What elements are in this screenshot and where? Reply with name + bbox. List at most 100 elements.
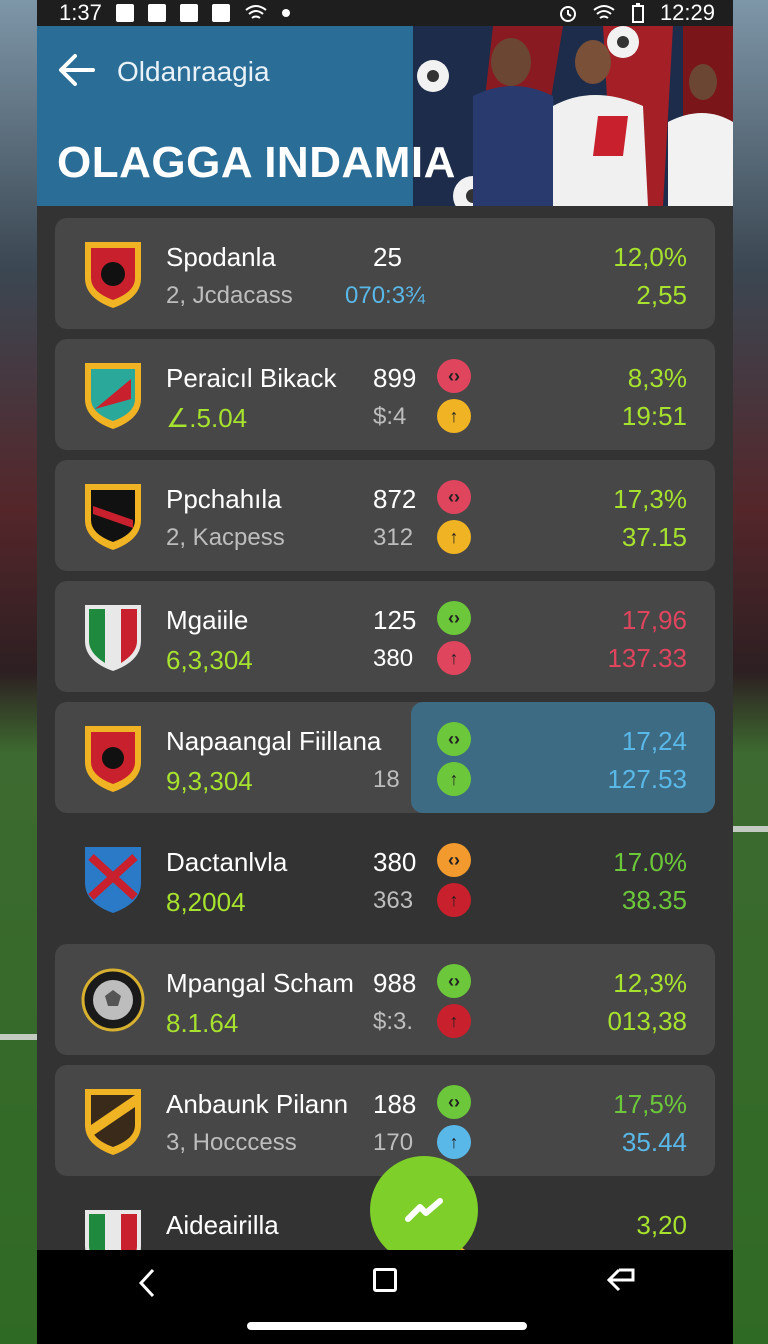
field-line-right bbox=[728, 826, 768, 832]
arrow-up-icon: ↑ bbox=[437, 641, 471, 675]
trend-indicator-icon: ‹› bbox=[437, 359, 471, 393]
team-detail: 3, Hocccess bbox=[166, 1129, 297, 1156]
trend-up-icon bbox=[405, 1198, 443, 1222]
team-crest-icon bbox=[85, 847, 141, 913]
page-title: OLAGGA INDAMIA bbox=[57, 138, 456, 187]
notification-icon bbox=[211, 4, 230, 22]
field-line-left bbox=[0, 1034, 40, 1040]
trend-indicator-icon: ‹› bbox=[437, 480, 471, 514]
arrow-up-icon: ↑ bbox=[437, 399, 471, 433]
list-item[interactable]: Ppchahıla 2, Kacpess 872 312 ‹› ↑ 17,3% … bbox=[55, 460, 715, 571]
list-item[interactable]: Peraicıl Bikack ∠.5.04 899 $:4 ‹› ↑ 8,3%… bbox=[55, 339, 715, 450]
arrow-up-icon: ↑ bbox=[437, 1125, 471, 1159]
dot-icon bbox=[281, 9, 290, 17]
alarm-icon bbox=[559, 6, 576, 22]
arrow-up-icon: ↑ bbox=[437, 520, 471, 554]
standings-list: Spodanla 2, Jcdacass 25 070:3¾ 12,0% 2,5… bbox=[55, 218, 715, 1307]
stadium-background-right bbox=[728, 0, 768, 1344]
odds-value: 137.33 bbox=[607, 643, 687, 673]
team-crest-icon bbox=[85, 605, 141, 671]
stat-primary: 988 bbox=[373, 968, 417, 998]
players-banner-image bbox=[413, 26, 733, 206]
percentage-value: 17,96 bbox=[621, 605, 687, 635]
percentage-value: 17,3% bbox=[613, 484, 687, 514]
status-bar: 1:37 12:29 bbox=[37, 0, 733, 26]
status-time-right: 12:29 bbox=[659, 0, 715, 25]
phone-screen: 1:37 12:29 Oldanraagia OLAGGA INDAMIA Sp… bbox=[37, 0, 733, 1344]
percentage-value: 17.0% bbox=[613, 847, 687, 877]
soccer-ball-crest-icon bbox=[81, 968, 145, 1032]
stat-primary: 25 bbox=[373, 242, 402, 272]
stat-secondary: 380 bbox=[373, 645, 414, 672]
wifi-icon bbox=[245, 5, 267, 19]
system-navigation-bar bbox=[37, 1250, 733, 1344]
header-subtitle: Oldanraagia bbox=[117, 56, 270, 87]
team-crest-icon bbox=[85, 726, 141, 792]
odds-value: 35.44 bbox=[621, 1127, 687, 1157]
team-crest-icon bbox=[85, 1089, 141, 1155]
team-detail: 6,3,304 bbox=[166, 645, 253, 675]
stat-primary: 380 bbox=[373, 847, 417, 877]
team-detail: ∠.5.04 bbox=[166, 403, 248, 433]
odds-value: 013,38 bbox=[607, 1006, 687, 1036]
stat-secondary: 070:3¾ bbox=[345, 282, 426, 309]
team-name: Dactanlvla bbox=[166, 847, 288, 877]
odds-value: 2,55 bbox=[636, 280, 687, 310]
notification-icon bbox=[179, 4, 198, 22]
percentage-value: 17,24 bbox=[621, 726, 687, 756]
team-name: Aideairilla bbox=[166, 1210, 279, 1240]
team-name: Anbaunk Pilann bbox=[166, 1089, 349, 1119]
percentage-value: 8,3% bbox=[627, 363, 687, 393]
odds-value: 37.15 bbox=[621, 522, 687, 552]
stat-secondary: $:4 bbox=[373, 403, 407, 430]
trend-indicator-icon: ‹› bbox=[437, 722, 471, 756]
stat-secondary: 18 bbox=[373, 766, 400, 793]
nav-back-icon[interactable] bbox=[137, 1268, 157, 1298]
odds-value: 127.53 bbox=[607, 764, 687, 794]
team-name: Ppchahıla bbox=[166, 484, 282, 514]
team-name: Napaangal Fiillana bbox=[166, 726, 382, 756]
list-item[interactable]: Anbaunk Pilann 3, Hocccess 188 170 ‹› ↑ … bbox=[55, 1065, 715, 1176]
team-crest-icon bbox=[85, 484, 141, 550]
trend-indicator-icon: ‹› bbox=[437, 964, 471, 998]
notification-icon bbox=[147, 4, 166, 22]
home-indicator[interactable] bbox=[247, 1322, 527, 1330]
team-name: Peraicıl Bikack bbox=[166, 363, 337, 393]
nav-recent-apps-icon[interactable] bbox=[607, 1266, 637, 1294]
floating-action-button[interactable] bbox=[370, 1156, 478, 1264]
percentage-value: 12,0% bbox=[613, 242, 687, 272]
arrow-up-icon: ↑ bbox=[437, 1004, 471, 1038]
stadium-background-left bbox=[0, 0, 40, 1344]
team-detail: 9,3,304 bbox=[166, 766, 253, 796]
team-detail: 2, Kacpess bbox=[166, 524, 285, 551]
stat-secondary: 312 bbox=[373, 524, 414, 551]
team-detail: 8.1.64 bbox=[166, 1008, 239, 1038]
back-arrow-icon[interactable] bbox=[55, 50, 99, 90]
team-name: Mgaiile bbox=[166, 605, 249, 635]
selection-highlight bbox=[411, 702, 715, 813]
percentage-value: 3,20 bbox=[636, 1210, 687, 1240]
trend-indicator-icon: ‹› bbox=[437, 1085, 471, 1119]
list-item[interactable]: Spodanla 2, Jcdacass 25 070:3¾ 12,0% 2,5… bbox=[55, 218, 715, 329]
arrow-up-icon: ↑ bbox=[437, 883, 471, 917]
stat-primary: 125 bbox=[373, 605, 417, 635]
stat-secondary: 363 bbox=[373, 887, 414, 914]
list-item[interactable]: Mpangal Scham 8.1.64 988 $:3. ‹› ↑ 12,3%… bbox=[55, 944, 715, 1055]
trend-indicator-icon: ‹› bbox=[437, 843, 471, 877]
list-item[interactable]: Mgaiile 6,3,304 125 380 ‹› ↑ 17,96 137.3… bbox=[55, 581, 715, 692]
nav-home-icon[interactable] bbox=[373, 1268, 397, 1292]
notification-icon bbox=[115, 4, 134, 22]
status-time-left: 1:37 bbox=[59, 0, 102, 25]
stat-primary: 872 bbox=[373, 484, 417, 514]
stat-secondary: $:3. bbox=[373, 1008, 414, 1035]
stat-secondary: 170 bbox=[373, 1129, 414, 1156]
list-item-selected[interactable]: Napaangal Fiillana 9,3,304 18 ‹› ↑ 17,24… bbox=[55, 702, 715, 813]
arrow-up-icon: ↑ bbox=[437, 762, 471, 796]
team-detail: 2, Jcdacass bbox=[166, 282, 293, 309]
odds-value: 38.35 bbox=[621, 885, 687, 915]
percentage-value: 12,3% bbox=[613, 968, 687, 998]
list-item[interactable]: Dactanlvla 8,2004 380 363 ‹› ↑ 17.0% 38.… bbox=[55, 823, 715, 934]
percentage-value: 17,5% bbox=[613, 1089, 687, 1119]
odds-value: 19:51 bbox=[621, 401, 687, 431]
header-banner: Oldanraagia OLAGGA INDAMIA bbox=[37, 26, 733, 206]
